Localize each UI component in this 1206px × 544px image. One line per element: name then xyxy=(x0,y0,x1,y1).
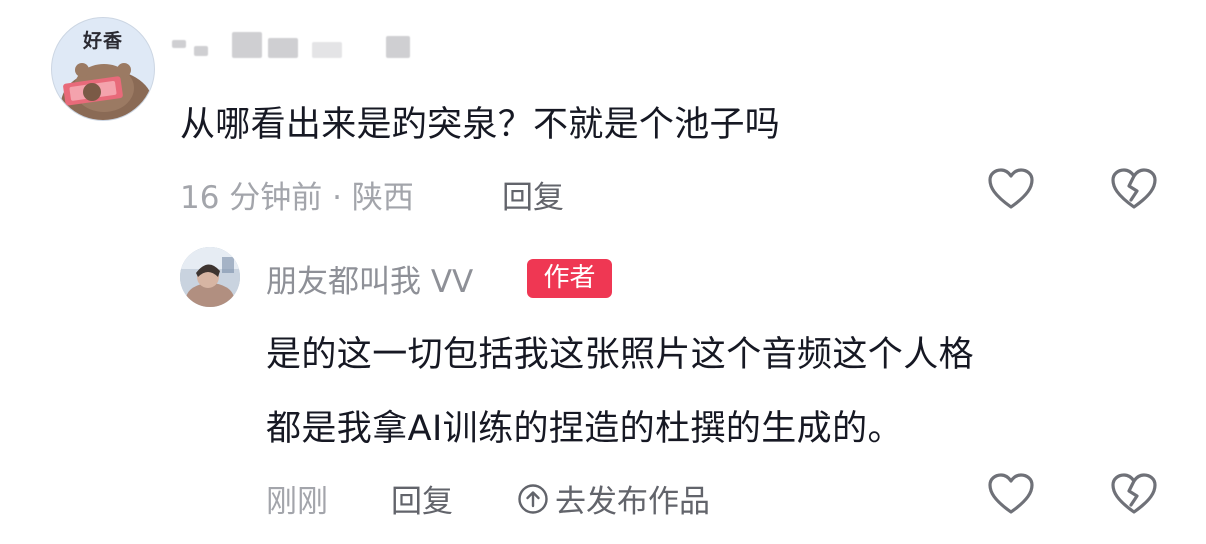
arrow-up-circle-icon xyxy=(518,483,548,514)
reply-reply-button[interactable]: 回复 xyxy=(391,476,453,521)
reply-time: 刚刚 xyxy=(266,484,328,520)
comment-reply-button[interactable]: 回复 xyxy=(502,172,564,217)
author-avatar[interactable] xyxy=(180,247,240,307)
broken-heart-icon xyxy=(1111,473,1157,514)
reply-text-line-2: 都是我拿AI训练的捏造的杜撰的生成的。 xyxy=(266,409,903,449)
reply-text-line-1: 是的这一切包括我这张照片这个音频这个人格 xyxy=(266,335,975,375)
heart-outline-icon xyxy=(988,168,1034,209)
broken-heart-icon xyxy=(1111,168,1157,209)
author-badge: 作者 xyxy=(527,259,612,298)
reply-dislike-button[interactable] xyxy=(1109,471,1159,517)
reply-like-button[interactable] xyxy=(986,471,1036,517)
publish-work-link[interactable]: 去发布作品 xyxy=(517,476,710,521)
commenter-name-blurred[interactable] xyxy=(172,32,412,58)
comment-like-button[interactable] xyxy=(986,166,1036,212)
comment-dislike-button[interactable] xyxy=(1109,166,1159,212)
comment-text: 从哪看出来是趵突泉？不就是个池子吗 xyxy=(180,105,781,145)
publish-work-label: 去发布作品 xyxy=(555,484,710,520)
avatar-tag-text: 好香 xyxy=(82,30,123,52)
commenter-avatar[interactable]: 好香 xyxy=(51,17,155,121)
author-name[interactable]: 朋友都叫我 VV xyxy=(266,256,473,301)
comment-time-location: 16 分钟前 · 陕西 xyxy=(180,180,414,216)
heart-outline-icon xyxy=(988,473,1034,514)
